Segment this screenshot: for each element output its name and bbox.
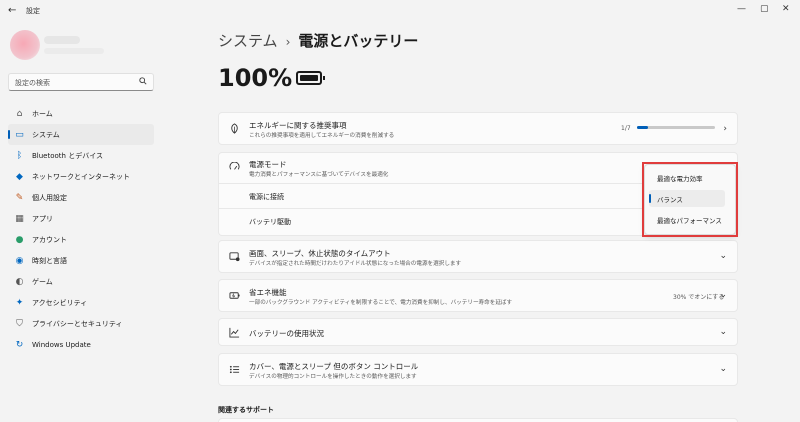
lid-buttons-card[interactable]: カバー、電源とスリープ 但のボタン コントロール デバイスの物理的コントロールを… [218, 353, 738, 386]
sidebar-item-label: アカウント [32, 235, 67, 244]
breadcrumb: システム › 電源とバッテリー [218, 30, 418, 51]
energy-title: エネルギーに関する推奨事項 [249, 121, 347, 130]
sidebar-item-label: Bluetooth とデバイス [32, 151, 103, 160]
sidebar-item-label: アプリ [32, 214, 53, 223]
wifi-icon: ◆ [16, 171, 23, 182]
sidebar-item[interactable]: ● アカウント [8, 229, 154, 250]
globe-icon: ◉ [15, 255, 24, 266]
chevron-down-icon: ⌄ [719, 290, 727, 300]
sidebar-item[interactable]: ◐ ゲーム [8, 271, 154, 292]
sidebar-item[interactable]: ✎ 個人用設定 [8, 187, 154, 208]
sidebar-item-label: Windows Update [32, 340, 91, 349]
chevron-down-icon: ⌄ [719, 327, 727, 337]
battery-usage-title: バッテリーの使用状況 [249, 329, 324, 338]
back-arrow-icon[interactable]: ← [8, 5, 16, 16]
page-title: 電源とバッテリー [298, 32, 419, 50]
battery-saver-icon [229, 290, 241, 304]
chevron-down-icon: ⌄ [719, 364, 727, 374]
screen-sleep-card[interactable]: 画面、スリープ、休止状態のタイムアウト デバイスが指定された時間だけわたりアイド… [218, 240, 738, 273]
title-bar: ← 設定 — ▢ ✕ [0, 0, 800, 24]
screen-sleep-title: 画面、スリープ、休止状態のタイムアウト [249, 249, 391, 258]
apps-icon: ▦ [15, 213, 24, 224]
sidebar-item-label: 個人用設定 [32, 193, 67, 202]
sidebar-item[interactable]: ⌂ ホーム [8, 103, 154, 124]
sidebar-item[interactable]: ⛉ プライバシーとセキュリティ [8, 313, 154, 334]
energy-saver-desc: 一部のバックグラウンド アクティビティを制限することで、電力消費を抑制し、バッテ… [249, 300, 513, 306]
sidebar-item[interactable]: ᛒ Bluetooth とデバイス [8, 145, 154, 166]
sidebar-item-label: 時刻と言語 [32, 256, 67, 265]
power-mode-title: 電源モード [249, 160, 287, 169]
search-input[interactable]: 設定の検索 [8, 73, 154, 91]
accessibility-icon: ✦ [15, 297, 24, 308]
brush-icon: ✎ [15, 192, 24, 203]
system-icon: ▭ [15, 129, 24, 140]
energy-saver-title: 省エネ機能 [249, 288, 287, 297]
close-icon[interactable]: ✕ [782, 4, 790, 14]
sidebar-item[interactable]: ↻ Windows Update [8, 334, 154, 355]
lid-buttons-title: カバー、電源とスリープ 但のボタン コントロール [249, 362, 419, 371]
battery-usage-card[interactable]: バッテリーの使用状況 ⌄ [218, 318, 738, 346]
account-icon: ● [15, 234, 24, 245]
avatar[interactable] [10, 30, 40, 60]
breadcrumb-separator: › [285, 35, 291, 49]
shield-icon: ⛉ [16, 318, 23, 329]
related-support-heading: 関連するサポート [218, 406, 274, 414]
user-email-blurred [44, 48, 104, 54]
game-icon: ◐ [15, 276, 24, 287]
search-placeholder: 設定の検索 [15, 79, 50, 87]
sidebar-item-label: ホーム [32, 109, 53, 118]
update-icon: ↻ [15, 339, 24, 350]
maximize-icon[interactable]: ▢ [760, 4, 769, 14]
related-support-card[interactable] [218, 418, 738, 422]
sidebar-item-label: ネットワークとインターネット [32, 172, 130, 181]
energy-desc: これらの推奨事項を適用してエネルギーの消費を削減する [249, 133, 395, 139]
lid-buttons-desc: デバイスの物理的コントロールを操作したときの動作を選択します [249, 374, 417, 380]
usage-chart-icon [229, 327, 240, 341]
home-icon: ⌂ [16, 108, 23, 119]
screen-sleep-icon [229, 251, 240, 265]
bluetooth-icon: ᛒ [16, 150, 23, 161]
power-mode-desc: 電力消費とパフォーマンスに基づいてデバイスを最適化 [249, 172, 389, 178]
sidebar-item-label: ゲーム [32, 277, 53, 286]
sidebar-item-label: プライバシーとセキュリティ [32, 319, 123, 328]
energy-saver-value: 30% でオンにする [673, 294, 725, 301]
power-mode-icon [229, 161, 240, 176]
energy-progress-fill [637, 126, 648, 129]
search-icon [139, 77, 147, 87]
chevron-right-icon: › [723, 124, 727, 134]
sidebar-item[interactable]: ▦ アプリ [8, 208, 154, 229]
on-battery-label: バッテリ駆動 [249, 218, 291, 226]
chevron-down-icon: ⌄ [719, 251, 727, 261]
sidebar-item[interactable]: ✦ アクセシビリティ [8, 292, 154, 313]
sidebar-item-label: システム [32, 130, 60, 139]
sidebar-item-label: アクセシビリティ [32, 298, 88, 307]
battery-percent: 100% [218, 64, 293, 92]
user-name-blurred [44, 36, 80, 44]
app-title: 設定 [26, 7, 40, 15]
energy-saver-card[interactable]: 省エネ機能 一部のバックグラウンド アクティビティを制限することで、電力消費を抑… [218, 279, 738, 312]
highlight-annotation-box [642, 162, 738, 237]
energy-progress-text: 1/7 [621, 125, 631, 132]
sidebar-nav: ⌂ ホーム ▭ システム ᛒ Bluetooth とデバイス ◆ ネットワークとインターネット… [8, 103, 154, 355]
minimize-icon[interactable]: — [737, 4, 746, 14]
breadcrumb-parent[interactable]: システム [218, 32, 278, 50]
screen-sleep-desc: デバイスが指定された時間だけわたりアイドル状態になった場合の電源を選択します [249, 261, 462, 267]
list-controls-icon [229, 364, 240, 378]
energy-progress-bar [637, 126, 715, 129]
battery-full-icon [296, 71, 325, 85]
sidebar-item[interactable]: ▭ システム [8, 124, 154, 145]
plugged-in-label: 電源に接続 [249, 193, 284, 201]
sidebar-item[interactable]: ◆ ネットワークとインターネット [8, 166, 154, 187]
leaf-icon [229, 123, 240, 137]
sidebar-item[interactable]: ◉ 時刻と言語 [8, 250, 154, 271]
